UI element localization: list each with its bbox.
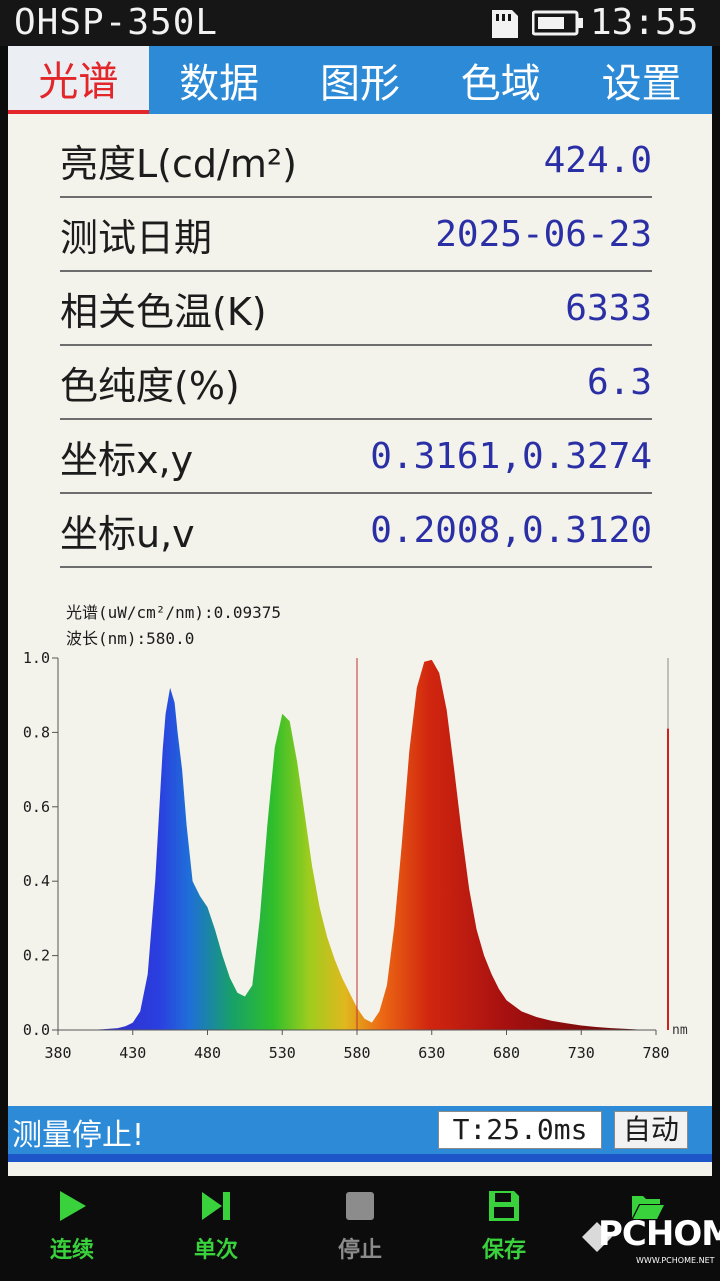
stop-icon [346,1192,374,1220]
measurement-table: 亮度L(cd/m²) 424.0 测试日期 2025-06-23 相关色温(K)… [60,124,652,568]
play-icon [60,1191,86,1221]
x-tick-label: 380 [44,1044,71,1062]
status-accent-line [8,1154,712,1162]
watermark-logo: PCHOME WWW.PCHOME.NET [582,1212,720,1272]
single-button[interactable]: 单次 [144,1178,288,1281]
integration-time-field[interactable]: T:25.0ms [438,1111,602,1149]
battery-icon [532,10,583,36]
toolbar-label: 停止 [337,1238,382,1263]
x-unit-label: nm [672,1023,688,1038]
y-tick-label: 0.0 [23,1021,50,1039]
step-icon [202,1192,230,1220]
measurement-row-uv: 坐标u,v 0.2008,0.3120 [60,494,652,568]
measurement-label: 测试日期 [60,215,213,260]
x-tick-label: 430 [119,1044,146,1062]
measurement-label: 色纯度(%) [60,363,240,408]
measurement-value: 2025-06-23 [435,213,652,255]
chart-readout-intensity: 光谱(uW/cm²/nm):0.09375 [66,603,281,622]
sd-card-icon [492,10,518,38]
y-tick-label: 0.2 [23,947,50,965]
tab-settings[interactable]: 设置 [571,46,712,114]
toolbar-label: 连续 [49,1238,94,1263]
device-name: OHSP-350L [14,2,219,43]
status-bar: OHSP-350L 13:55 [0,0,720,46]
measurement-row-xy: 坐标x,y 0.3161,0.3274 [60,420,652,494]
continuous-button[interactable]: 连续 [0,1178,144,1281]
chart-readout-wavelength: 波长(nm):580.0 [66,629,194,648]
toolbar-label: 单次 [193,1238,238,1263]
measurement-row-cct: 相关色温(K) 6333 [60,272,652,346]
stop-button[interactable]: 停止 [288,1178,432,1281]
save-button[interactable]: 保存 [432,1178,576,1281]
watermark-url: WWW.PCHOME.NET [636,1256,715,1265]
clock: 13:55 [590,2,699,43]
tab-spectrum[interactable]: 光谱 [8,46,149,114]
measurement-value: 0.3161,0.3274 [370,435,652,477]
y-tick-label: 0.6 [23,798,50,816]
measurement-row-purity: 色纯度(%) 6.3 [60,346,652,420]
x-tick-label: 630 [418,1044,445,1062]
y-tick-label: 0.8 [23,723,50,741]
tab-bar: 光谱 数据 图形 色域 设置 [8,46,712,114]
toolbar-label: 保存 [481,1238,526,1263]
x-tick-label: 530 [269,1044,296,1062]
watermark-brand: PCHOME [598,1214,720,1254]
measurement-value: 6333 [565,287,652,329]
main-screen: 亮度L(cd/m²) 424.0 测试日期 2025-06-23 相关色温(K)… [8,114,712,1176]
measurement-value: 0.2008,0.3120 [370,509,652,551]
measurement-value: 424.0 [543,139,652,181]
x-tick-label: 780 [642,1044,669,1062]
status-message: 测量停止! [12,1118,145,1153]
auto-button[interactable]: 自动 [614,1111,688,1149]
x-axis-ticks: 380 430 480 530 580 630 680 730 780 [44,1030,670,1062]
measurement-row-luminance: 亮度L(cd/m²) 424.0 [60,124,652,198]
x-tick-label: 580 [343,1044,370,1062]
y-axis-ticks: 0.0 0.2 0.4 0.6 0.8 1.0 [23,649,58,1039]
tab-graph[interactable]: 图形 [290,46,431,114]
status-strip: 测量停止! T:25.0ms 自动 [8,1106,712,1154]
y-tick-label: 1.0 [23,649,50,667]
x-tick-label: 680 [493,1044,520,1062]
spectrum-chart[interactable]: 光谱(uW/cm²/nm):0.09375 波长(nm):580.0 0.00.… [8,594,712,1074]
measurement-value: 6.3 [586,361,652,403]
tab-gamut[interactable]: 色域 [430,46,571,114]
measurement-label: 相关色温(K) [60,289,267,334]
save-icon [489,1191,519,1221]
measurement-row-date: 测试日期 2025-06-23 [60,198,652,272]
measurement-label: 坐标x,y [60,437,194,482]
measurement-label: 亮度L(cd/m²) [60,141,297,186]
x-tick-label: 480 [194,1044,221,1062]
measurement-label: 坐标u,v [60,511,195,556]
tab-data[interactable]: 数据 [149,46,290,114]
y-tick-label: 0.4 [23,872,50,890]
x-tick-label: 730 [568,1044,595,1062]
